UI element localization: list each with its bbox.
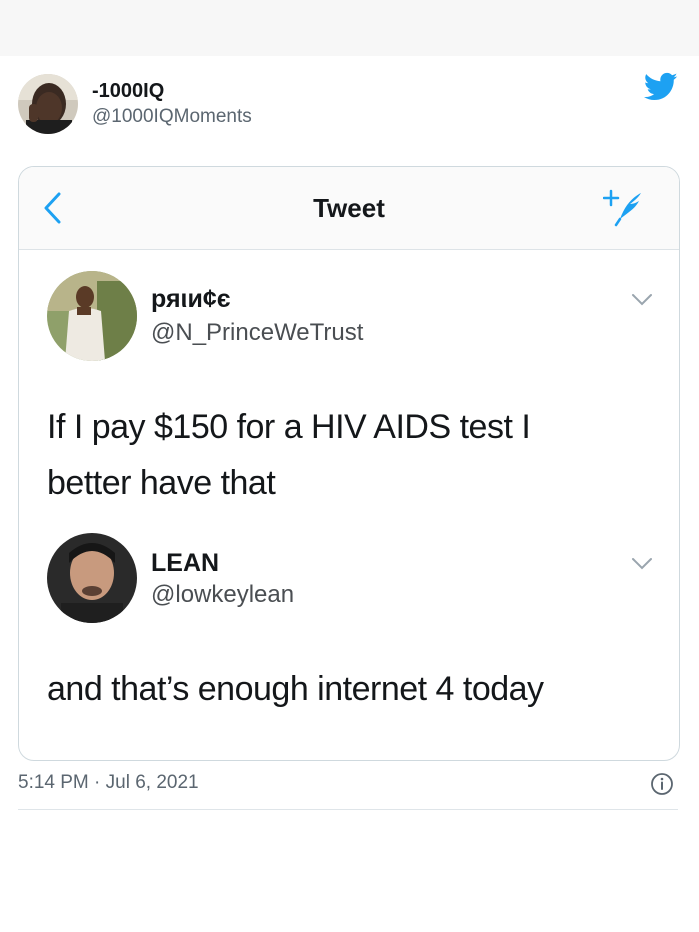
screenshot-navbar: Tweet xyxy=(19,167,679,250)
quoted-tweet-1: ряιи¢є @N_PrinceWeTrust If I pay $150 fo… xyxy=(19,267,679,517)
tweet-1-line-2: better have that xyxy=(47,464,276,502)
screenshot-title: Tweet xyxy=(313,193,385,223)
tweet-2-text: and that’s enough internet 4 today xyxy=(47,661,647,717)
tweet-1-handle[interactable]: @N_PrinceWeTrust xyxy=(151,319,363,347)
author-avatar[interactable] xyxy=(18,74,78,134)
compose-tweet-icon[interactable] xyxy=(602,187,647,229)
footer-divider xyxy=(18,809,678,810)
quoted-tweet-2: LEAN @lowkeylean and that’s enough inter… xyxy=(19,531,679,731)
tweet-timestamp[interactable]: 5:14 PM · Jul 6, 2021 xyxy=(18,772,199,794)
tweet-2-avatar[interactable] xyxy=(47,533,137,623)
screenshot-card: Tweet ряιи¢є @N_PrinceWeTrust If I pay $… xyxy=(18,166,680,761)
tweet-2-line-1: and that’s enough internet 4 today xyxy=(47,670,544,708)
tweet-1-text: If I pay $150 for a HIV AIDS test I bett… xyxy=(47,399,647,511)
info-icon[interactable] xyxy=(650,772,674,796)
author-name[interactable]: -1000IQ xyxy=(92,80,164,103)
tweet-2-handle[interactable]: @lowkeylean xyxy=(151,581,294,609)
author-handle[interactable]: @1000IQMoments xyxy=(92,106,252,128)
twitter-bird-icon xyxy=(643,72,678,102)
chevron-down-icon[interactable] xyxy=(631,557,653,571)
tweet-1-line-1: If I pay $150 for a HIV AIDS test I xyxy=(47,408,531,446)
tweet-1-name[interactable]: ряιи¢є xyxy=(151,285,231,314)
top-margin xyxy=(0,0,699,56)
chevron-down-icon[interactable] xyxy=(631,293,653,307)
tweet-header: -1000IQ @1000IQMoments xyxy=(0,56,699,156)
tweet-2-name[interactable]: LEAN xyxy=(151,549,219,578)
tweet-1-avatar[interactable] xyxy=(47,271,137,361)
